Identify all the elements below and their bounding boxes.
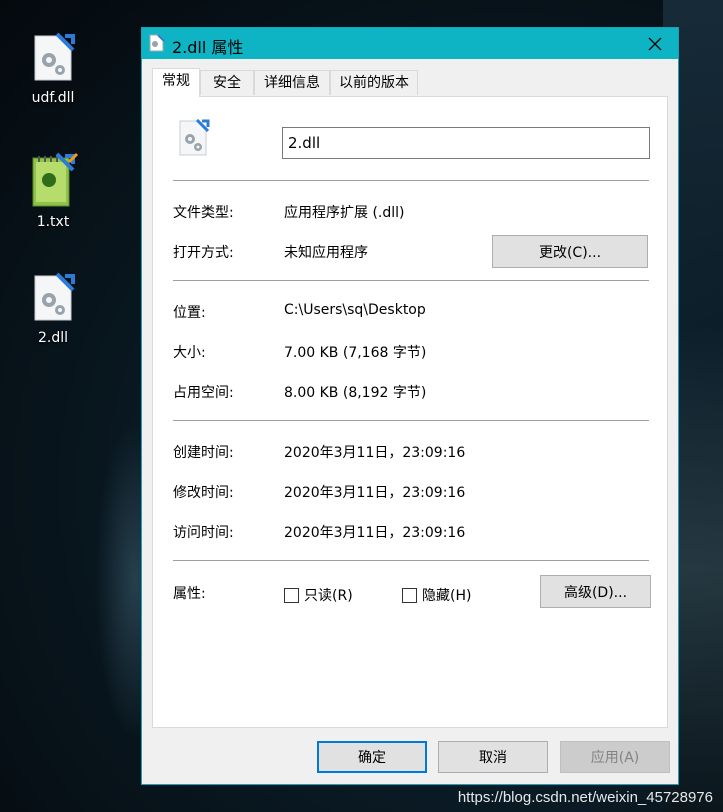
- title-bar[interactable]: 2.dll 属性: [142, 28, 678, 59]
- open-with-label: 打开方式:: [173, 245, 234, 261]
- tab-security[interactable]: 安全: [200, 70, 254, 95]
- readonly-label: 只读(R): [304, 588, 353, 604]
- desktop-icon-udf-dll[interactable]: udf.dll: [8, 32, 98, 106]
- accessed-value: 2020年3月11日，23:09:16: [284, 525, 466, 541]
- notepad-plus-file-icon: [32, 152, 79, 207]
- file-type-value: 应用程序扩展 (.dll): [284, 205, 405, 221]
- modified-label: 修改时间:: [173, 485, 234, 501]
- dll-file-icon: [34, 272, 75, 321]
- watermark-text: https://blog.csdn.net/weixin_45728976: [457, 789, 713, 806]
- readonly-checkbox[interactable]: 只读(R): [284, 585, 353, 605]
- cancel-button[interactable]: 取消: [438, 741, 548, 773]
- tab-previous-versions[interactable]: 以前的版本: [330, 70, 418, 95]
- file-type-label: 文件类型:: [173, 205, 234, 221]
- location-value: C:\Users\sq\Desktop: [284, 302, 426, 318]
- change-button[interactable]: 更改(C)...: [492, 235, 648, 268]
- separator: [173, 560, 649, 561]
- size-label: 大小:: [173, 345, 206, 361]
- location-label: 位置:: [173, 305, 206, 321]
- attributes-label: 属性:: [173, 586, 206, 602]
- checkbox-box[interactable]: [402, 587, 417, 603]
- tab-general[interactable]: 常规: [152, 68, 200, 97]
- desktop-icon-2-dll[interactable]: 2.dll: [8, 272, 98, 346]
- close-icon: [648, 37, 662, 50]
- file-name-input[interactable]: [282, 127, 650, 159]
- separator: [173, 420, 649, 421]
- created-value: 2020年3月11日，23:09:16: [284, 445, 466, 461]
- general-panel: 文件类型: 应用程序扩展 (.dll) 打开方式: 未知应用程序 更改(C)..…: [152, 96, 668, 728]
- dll-file-icon: [34, 32, 75, 81]
- advanced-button[interactable]: 高级(D)...: [540, 575, 651, 608]
- window-title: 2.dll 属性: [172, 38, 244, 57]
- size-on-disk-value: 8.00 KB (8,192 字节): [284, 385, 427, 401]
- desktop-icon-label: 2.dll: [37, 330, 69, 346]
- close-button[interactable]: [632, 28, 678, 59]
- open-with-value: 未知应用程序: [284, 245, 368, 261]
- size-value: 7.00 KB (7,168 字节): [284, 345, 427, 361]
- desktop-icon-label: udf.dll: [31, 90, 75, 106]
- properties-window: 2.dll 属性 常规 安全 详细信息 以前的版本 文件类型: 应用程序扩展 (…: [141, 27, 679, 785]
- modified-value: 2020年3月11日，23:09:16: [284, 485, 466, 501]
- desktop-icon-label: 1.txt: [36, 214, 70, 230]
- apply-button[interactable]: 应用(A): [560, 741, 670, 773]
- hidden-checkbox[interactable]: 隐藏(H): [402, 585, 471, 605]
- desktop-icon-1-txt[interactable]: 1.txt: [8, 152, 98, 230]
- checkbox-box[interactable]: [284, 587, 299, 603]
- size-on-disk-label: 占用空间:: [173, 385, 234, 401]
- dll-file-icon: [149, 34, 165, 52]
- ok-button[interactable]: 确定: [317, 741, 427, 773]
- dll-file-icon: [179, 119, 210, 156]
- hidden-label: 隐藏(H): [422, 588, 472, 604]
- accessed-label: 访问时间:: [173, 525, 234, 541]
- separator: [173, 280, 649, 281]
- tab-details[interactable]: 详细信息: [254, 70, 330, 95]
- separator: [173, 180, 649, 181]
- created-label: 创建时间:: [173, 445, 234, 461]
